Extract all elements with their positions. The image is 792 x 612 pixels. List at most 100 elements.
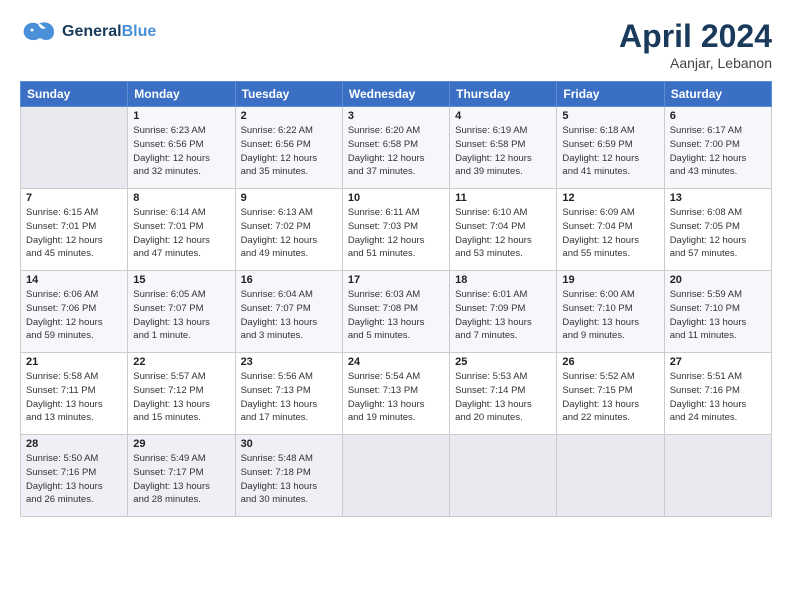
calendar-cell: 15 Sunrise: 6:05 AM Sunset: 7:07 PM Dayli…: [128, 271, 235, 353]
day-number: 24: [348, 356, 444, 368]
day-info: Sunrise: 6:20 AM Sunset: 6:58 PM Dayligh…: [348, 124, 444, 179]
day-info: Sunrise: 6:04 AM Sunset: 7:07 PM Dayligh…: [241, 288, 337, 343]
calendar-cell: 24 Sunrise: 5:54 AM Sunset: 7:13 PM Dayli…: [342, 353, 449, 435]
day-number: 14: [26, 274, 122, 286]
day-info: Sunrise: 6:13 AM Sunset: 7:02 PM Dayligh…: [241, 206, 337, 261]
day-info: Sunrise: 5:54 AM Sunset: 7:13 PM Dayligh…: [348, 370, 444, 425]
week-row-2: 7 Sunrise: 6:15 AM Sunset: 7:01 PM Daylig…: [21, 189, 772, 271]
calendar-cell: 9 Sunrise: 6:13 AM Sunset: 7:02 PM Daylig…: [235, 189, 342, 271]
day-info: Sunrise: 6:09 AM Sunset: 7:04 PM Dayligh…: [562, 206, 658, 261]
day-number: 12: [562, 192, 658, 204]
day-info: Sunrise: 6:10 AM Sunset: 7:04 PM Dayligh…: [455, 206, 551, 261]
day-number: 7: [26, 192, 122, 204]
day-number: 29: [133, 438, 229, 450]
day-info: Sunrise: 5:52 AM Sunset: 7:15 PM Dayligh…: [562, 370, 658, 425]
calendar-cell: 22 Sunrise: 5:57 AM Sunset: 7:12 PM Dayli…: [128, 353, 235, 435]
day-info: Sunrise: 6:03 AM Sunset: 7:08 PM Dayligh…: [348, 288, 444, 343]
day-number: 20: [670, 274, 766, 286]
day-info: Sunrise: 6:18 AM Sunset: 6:59 PM Dayligh…: [562, 124, 658, 179]
weekday-monday: Monday: [128, 82, 235, 107]
logo-bird-icon: [20, 18, 56, 46]
day-info: Sunrise: 5:56 AM Sunset: 7:13 PM Dayligh…: [241, 370, 337, 425]
calendar-cell: 6 Sunrise: 6:17 AM Sunset: 7:00 PM Daylig…: [664, 107, 771, 189]
calendar-cell: 23 Sunrise: 5:56 AM Sunset: 7:13 PM Dayli…: [235, 353, 342, 435]
day-info: Sunrise: 6:15 AM Sunset: 7:01 PM Dayligh…: [26, 206, 122, 261]
calendar-cell: 12 Sunrise: 6:09 AM Sunset: 7:04 PM Dayli…: [557, 189, 664, 271]
day-info: Sunrise: 6:17 AM Sunset: 7:00 PM Dayligh…: [670, 124, 766, 179]
day-number: 25: [455, 356, 551, 368]
day-number: 11: [455, 192, 551, 204]
calendar-cell: 29Sunrise: 5:49 AM Sunset: 7:17 PM Dayli…: [128, 435, 235, 517]
day-info: Sunrise: 6:08 AM Sunset: 7:05 PM Dayligh…: [670, 206, 766, 261]
calendar-cell: 28 Sunrise: 5:50 AM Sunset: 7:16 PM Dayli…: [21, 435, 128, 517]
day-number: 8: [133, 192, 229, 204]
weekday-thursday: Thursday: [450, 82, 557, 107]
day-number: 16: [241, 274, 337, 286]
calendar-cell: 11 Sunrise: 6:10 AM Sunset: 7:04 PM Dayli…: [450, 189, 557, 271]
day-number: 28: [26, 438, 122, 450]
day-number: 9: [241, 192, 337, 204]
day-number: 3: [348, 110, 444, 122]
calendar-cell: 19 Sunrise: 6:00 AM Sunset: 7:10 PM Dayli…: [557, 271, 664, 353]
calendar-cell: [342, 435, 449, 517]
day-info: Sunrise: 5:57 AM Sunset: 7:12 PM Dayligh…: [133, 370, 229, 425]
calendar-table: SundayMondayTuesdayWednesdayThursdayFrid…: [20, 81, 772, 517]
day-info: Sunrise: 5:50 AM Sunset: 7:16 PM Dayligh…: [26, 452, 122, 507]
calendar-cell: 7 Sunrise: 6:15 AM Sunset: 7:01 PM Daylig…: [21, 189, 128, 271]
day-number: 10: [348, 192, 444, 204]
calendar-cell: 13 Sunrise: 6:08 AM Sunset: 7:05 PM Dayli…: [664, 189, 771, 271]
location: Aanjar, Lebanon: [619, 55, 772, 71]
day-info: Sunrise: 6:23 AM Sunset: 6:56 PM Dayligh…: [133, 124, 229, 179]
day-number: 30: [241, 438, 337, 450]
title-block: April 2024 Aanjar, Lebanon: [619, 18, 772, 71]
weekday-wednesday: Wednesday: [342, 82, 449, 107]
calendar-cell: [664, 435, 771, 517]
day-info: Sunrise: 6:19 AM Sunset: 6:58 PM Dayligh…: [455, 124, 551, 179]
day-number: 2: [241, 110, 337, 122]
calendar-cell: [557, 435, 664, 517]
weekday-tuesday: Tuesday: [235, 82, 342, 107]
day-info: Sunrise: 6:01 AM Sunset: 7:09 PM Dayligh…: [455, 288, 551, 343]
calendar-cell: 16 Sunrise: 6:04 AM Sunset: 7:07 PM Dayli…: [235, 271, 342, 353]
day-info: Sunrise: 5:51 AM Sunset: 7:16 PM Dayligh…: [670, 370, 766, 425]
week-row-4: 21 Sunrise: 5:58 AM Sunset: 7:11 PM Dayli…: [21, 353, 772, 435]
header: GeneralBlue April 2024 Aanjar, Lebanon: [20, 18, 772, 71]
day-number: 18: [455, 274, 551, 286]
calendar-cell: 8 Sunrise: 6:14 AM Sunset: 7:01 PM Daylig…: [128, 189, 235, 271]
day-number: 22: [133, 356, 229, 368]
day-number: 6: [670, 110, 766, 122]
calendar-cell: 26 Sunrise: 5:52 AM Sunset: 7:15 PM Dayli…: [557, 353, 664, 435]
weekday-header-row: SundayMondayTuesdayWednesdayThursdayFrid…: [21, 82, 772, 107]
calendar-cell: 1Sunrise: 6:23 AM Sunset: 6:56 PM Daylig…: [128, 107, 235, 189]
logo-text: GeneralBlue: [62, 23, 156, 41]
week-row-5: 28 Sunrise: 5:50 AM Sunset: 7:16 PM Dayli…: [21, 435, 772, 517]
day-number: 27: [670, 356, 766, 368]
calendar-cell: 17 Sunrise: 6:03 AM Sunset: 7:08 PM Dayli…: [342, 271, 449, 353]
day-info: Sunrise: 6:14 AM Sunset: 7:01 PM Dayligh…: [133, 206, 229, 261]
day-number: 21: [26, 356, 122, 368]
day-number: 17: [348, 274, 444, 286]
day-number: 26: [562, 356, 658, 368]
calendar-cell: [450, 435, 557, 517]
day-info: Sunrise: 5:48 AM Sunset: 7:18 PM Dayligh…: [241, 452, 337, 507]
day-number: 13: [670, 192, 766, 204]
day-number: 5: [562, 110, 658, 122]
calendar-cell: 27 Sunrise: 5:51 AM Sunset: 7:16 PM Dayli…: [664, 353, 771, 435]
calendar-cell: 4Sunrise: 6:19 AM Sunset: 6:58 PM Daylig…: [450, 107, 557, 189]
day-info: Sunrise: 6:00 AM Sunset: 7:10 PM Dayligh…: [562, 288, 658, 343]
calendar-cell: 18 Sunrise: 6:01 AM Sunset: 7:09 PM Dayli…: [450, 271, 557, 353]
calendar-cell: 20Sunrise: 5:59 AM Sunset: 7:10 PM Dayli…: [664, 271, 771, 353]
week-row-1: 1Sunrise: 6:23 AM Sunset: 6:56 PM Daylig…: [21, 107, 772, 189]
month-title: April 2024: [619, 18, 772, 55]
calendar-cell: 30 Sunrise: 5:48 AM Sunset: 7:18 PM Dayli…: [235, 435, 342, 517]
calendar-cell: 14Sunrise: 6:06 AM Sunset: 7:06 PM Dayli…: [21, 271, 128, 353]
day-info: Sunrise: 5:58 AM Sunset: 7:11 PM Dayligh…: [26, 370, 122, 425]
calendar-cell: 2Sunrise: 6:22 AM Sunset: 6:56 PM Daylig…: [235, 107, 342, 189]
day-info: Sunrise: 6:05 AM Sunset: 7:07 PM Dayligh…: [133, 288, 229, 343]
weekday-saturday: Saturday: [664, 82, 771, 107]
day-number: 15: [133, 274, 229, 286]
day-info: Sunrise: 5:53 AM Sunset: 7:14 PM Dayligh…: [455, 370, 551, 425]
day-number: 23: [241, 356, 337, 368]
day-number: 19: [562, 274, 658, 286]
week-row-3: 14Sunrise: 6:06 AM Sunset: 7:06 PM Dayli…: [21, 271, 772, 353]
